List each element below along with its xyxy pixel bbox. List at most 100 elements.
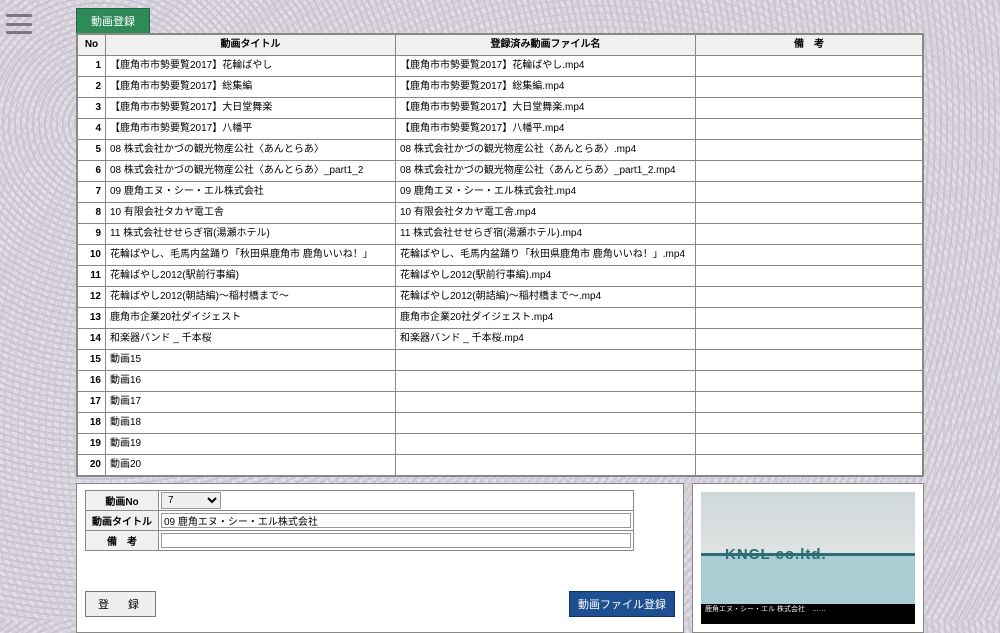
cell-title: 動画15 [106,350,396,371]
cell-note [696,329,923,350]
note-input[interactable] [161,533,631,548]
cell-file: 花輪ばやし2012(駅前行事編).mp4 [396,266,696,287]
col-note: 備 考 [696,35,923,56]
table-row[interactable]: 4【鹿角市市勢要覧2017】八幡平【鹿角市市勢要覧2017】八幡平.mp4 [78,119,923,140]
table-row[interactable]: 11花輪ばやし2012(駅前行事編)花輪ばやし2012(駅前行事編).mp4 [78,266,923,287]
cell-no: 10 [78,245,106,266]
table-row[interactable]: 608 株式会社かづの観光物産公社〈あんとらあ〉_part1_208 株式会社か… [78,161,923,182]
cell-title: 08 株式会社かづの観光物産公社〈あんとらあ〉_part1_2 [106,161,396,182]
video-title-input[interactable] [161,513,631,528]
cell-file: 花輪ばやし、毛馬内盆踊り「秋田県鹿角市 鹿角いいね！」.mp4 [396,245,696,266]
video-no-select[interactable]: 7 [161,492,221,509]
cell-file [396,350,696,371]
cell-file [396,455,696,476]
cell-note [696,413,923,434]
cell-file: 鹿角市企業20社ダイジェスト.mp4 [396,308,696,329]
preview-sign: KNCL co.ltd. [725,546,827,563]
video-preview[interactable]: KNCL co.ltd. 鹿角エヌ・シー・エル 株式会社 …… [692,483,924,633]
cell-file: 10 有限会社タカヤ電工舎.mp4 [396,203,696,224]
table-row[interactable]: 10花輪ばやし、毛馬内盆踊り「秋田県鹿角市 鹿角いいね！」花輪ばやし、毛馬内盆踊… [78,245,923,266]
cell-note [696,245,923,266]
cell-file: 和楽器バンド _ 千本桜.mp4 [396,329,696,350]
cell-file: 【鹿角市市勢要覧2017】花輪ばやし.mp4 [396,56,696,77]
table-row[interactable]: 709 鹿角エヌ・シー・エル株式会社09 鹿角エヌ・シー・エル株式会社.mp4 [78,182,923,203]
cell-file: 【鹿角市市勢要覧2017】八幡平.mp4 [396,119,696,140]
cell-note [696,203,923,224]
cell-title: 動画17 [106,392,396,413]
cell-file [396,434,696,455]
cell-note [696,308,923,329]
cell-no: 2 [78,77,106,98]
cell-note [696,56,923,77]
cell-no: 11 [78,266,106,287]
cell-note [696,77,923,98]
table-row[interactable]: 3【鹿角市市勢要覧2017】大日堂舞楽【鹿角市市勢要覧2017】大日堂舞楽.mp… [78,98,923,119]
cell-note [696,371,923,392]
table-row[interactable]: 18動画18 [78,413,923,434]
cell-title: 【鹿角市市勢要覧2017】花輪ばやし [106,56,396,77]
cell-title: 動画16 [106,371,396,392]
table-row[interactable]: 12花輪ばやし2012(朝詰編)～稲村橋まで～花輪ばやし2012(朝詰編)～稲村… [78,287,923,308]
cell-no: 15 [78,350,106,371]
edit-form: 動画No 7 動画タイトル 備 考 登 録 [76,483,684,633]
table-row[interactable]: 14和楽器バンド _ 千本桜和楽器バンド _ 千本桜.mp4 [78,329,923,350]
cell-no: 7 [78,182,106,203]
cell-title: 09 鹿角エヌ・シー・エル株式会社 [106,182,396,203]
cell-file: 【鹿角市市勢要覧2017】大日堂舞楽.mp4 [396,98,696,119]
cell-no: 13 [78,308,106,329]
cell-title: 和楽器バンド _ 千本桜 [106,329,396,350]
cell-file [396,413,696,434]
cell-no: 14 [78,329,106,350]
cell-note [696,119,923,140]
register-button[interactable]: 登 録 [85,591,156,617]
table-row[interactable]: 19動画19 [78,434,923,455]
cell-title: 動画18 [106,413,396,434]
cell-title: 鹿角市企業20社ダイジェスト [106,308,396,329]
table-row[interactable]: 20動画20 [78,455,923,476]
cell-file: 【鹿角市市勢要覧2017】総集編.mp4 [396,77,696,98]
cell-file: 花輪ばやし2012(朝詰編)～稲村橋まで～.mp4 [396,287,696,308]
cell-file: 08 株式会社かづの観光物産公社〈あんとらあ〉.mp4 [396,140,696,161]
cell-file: 08 株式会社かづの観光物産公社〈あんとらあ〉_part1_2.mp4 [396,161,696,182]
col-file: 登録済み動画ファイル名 [396,35,696,56]
table-row[interactable]: 911 株式会社せせらぎ宿(湯瀬ホテル)11 株式会社せせらぎ宿(湯瀬ホテル).… [78,224,923,245]
cell-no: 12 [78,287,106,308]
table-row[interactable]: 13鹿角市企業20社ダイジェスト鹿角市企業20社ダイジェスト.mp4 [78,308,923,329]
cell-note [696,350,923,371]
cell-no: 17 [78,392,106,413]
cell-no: 5 [78,140,106,161]
video-list-frame: No 動画タイトル 登録済み動画ファイル名 備 考 1【鹿角市市勢要覧2017】… [76,33,924,477]
cell-title: 11 株式会社せせらぎ宿(湯瀬ホテル) [106,224,396,245]
label-video-title: 動画タイトル [86,511,159,531]
file-register-button[interactable]: 動画ファイル登録 [569,591,675,617]
cell-file: 09 鹿角エヌ・シー・エル株式会社.mp4 [396,182,696,203]
cell-no: 19 [78,434,106,455]
cell-title: 【鹿角市市勢要覧2017】大日堂舞楽 [106,98,396,119]
col-no: No [78,35,106,56]
table-row[interactable]: 16動画16 [78,371,923,392]
menu-icon[interactable] [6,14,32,34]
cell-title: 花輪ばやし、毛馬内盆踊り「秋田県鹿角市 鹿角いいね！」 [106,245,396,266]
cell-title: 動画20 [106,455,396,476]
main-panel: 動画登録 No 動画タイトル 登録済み動画ファイル名 備 考 1【鹿角市市勢要覧… [76,8,924,633]
tab-video-register[interactable]: 動画登録 [76,8,150,33]
cell-title: 08 株式会社かづの観光物産公社〈あんとらあ〉 [106,140,396,161]
preview-caption: 鹿角エヌ・シー・エル 株式会社 …… [701,604,915,624]
cell-file [396,371,696,392]
table-row[interactable]: 17動画17 [78,392,923,413]
cell-title: 10 有限会社タカヤ電工舎 [106,203,396,224]
label-note: 備 考 [86,531,159,551]
cell-title: 花輪ばやし2012(駅前行事編) [106,266,396,287]
cell-title: 花輪ばやし2012(朝詰編)～稲村橋まで～ [106,287,396,308]
cell-file [396,392,696,413]
video-table: No 動画タイトル 登録済み動画ファイル名 備 考 1【鹿角市市勢要覧2017】… [77,34,923,476]
cell-note [696,455,923,476]
cell-no: 3 [78,98,106,119]
table-row[interactable]: 508 株式会社かづの観光物産公社〈あんとらあ〉08 株式会社かづの観光物産公社… [78,140,923,161]
table-row[interactable]: 1【鹿角市市勢要覧2017】花輪ばやし【鹿角市市勢要覧2017】花輪ばやし.mp… [78,56,923,77]
table-row[interactable]: 810 有限会社タカヤ電工舎10 有限会社タカヤ電工舎.mp4 [78,203,923,224]
cell-note [696,266,923,287]
cell-title: 【鹿角市市勢要覧2017】八幡平 [106,119,396,140]
table-row[interactable]: 15動画15 [78,350,923,371]
table-row[interactable]: 2【鹿角市市勢要覧2017】総集編【鹿角市市勢要覧2017】総集編.mp4 [78,77,923,98]
